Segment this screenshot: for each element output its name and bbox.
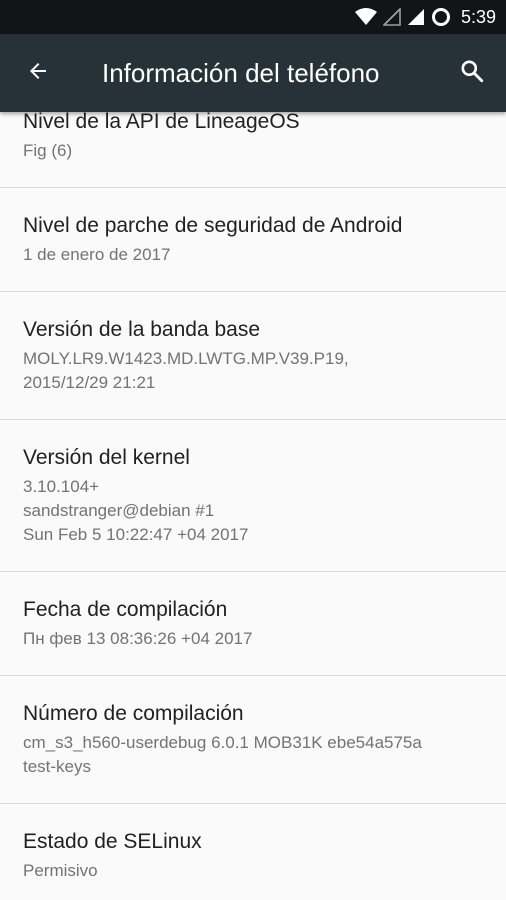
search-button[interactable] [450, 51, 494, 95]
status-time: 5:39 [460, 6, 496, 27]
status-icons: 5:39 [354, 0, 496, 34]
wifi-icon [354, 8, 377, 26]
item-summary: cm_s3_h560-userdebug 6.0.1 MOB31K ebe54a… [23, 733, 422, 776]
settings-list-content: Nivel de la API de LineageOS Fig (6) Niv… [0, 112, 506, 900]
arrow-back-icon [26, 59, 50, 88]
item-summary: 3.10.104+ sandstranger@debian #1 Sun Feb… [23, 477, 249, 544]
item-title: Fecha de compilación [23, 598, 228, 621]
signal-icon [407, 8, 425, 26]
settings-list[interactable]: Nivel de la API de LineageOS Fig (6) Niv… [0, 112, 506, 900]
back-button[interactable] [16, 51, 60, 95]
status-bar: 5:39 [0, 0, 506, 34]
app-bar: Información del teléfono [0, 34, 506, 112]
page-title: Información del teléfono [102, 58, 380, 88]
item-summary: Пн фев 13 08:36:26 +04 2017 [23, 629, 253, 648]
item-title: Versión de la banda base [23, 318, 261, 341]
item-title: Estado de SELinux [23, 830, 202, 853]
list-item[interactable]: Nivel de la API de LineageOS Fig (6) [0, 112, 506, 188]
signal-icon [382, 8, 401, 26]
list-item[interactable]: Versión de la banda base MOLY.LR9.W1423.… [0, 292, 506, 420]
item-summary: Fig (6) [23, 141, 73, 160]
item-title: Nivel de la API de LineageOS [23, 112, 300, 133]
search-icon [459, 58, 485, 89]
list-item[interactable]: Nivel de parche de seguridad de Android … [0, 188, 506, 292]
item-summary: MOLY.LR9.W1423.MD.LWTG.MP.V39.P19, 2015/… [23, 349, 349, 392]
item-summary: 1 de enero de 2017 [23, 245, 171, 264]
item-summary: Permisivo [23, 861, 98, 880]
item-title: Versión del kernel [23, 446, 190, 469]
sync-icon [431, 7, 451, 27]
item-title: Nivel de parche de seguridad de Android [23, 214, 403, 237]
list-item[interactable]: Número de compilación cm_s3_h560-userdeb… [0, 676, 506, 804]
list-item[interactable]: Versión del kernel 3.10.104+ sandstrange… [0, 420, 506, 572]
list-item[interactable]: Fecha de compilación Пн фев 13 08:36:26 … [0, 572, 506, 676]
item-title: Número de compilación [23, 702, 244, 725]
list-item[interactable]: Estado de SELinux Permisivo [0, 804, 506, 900]
